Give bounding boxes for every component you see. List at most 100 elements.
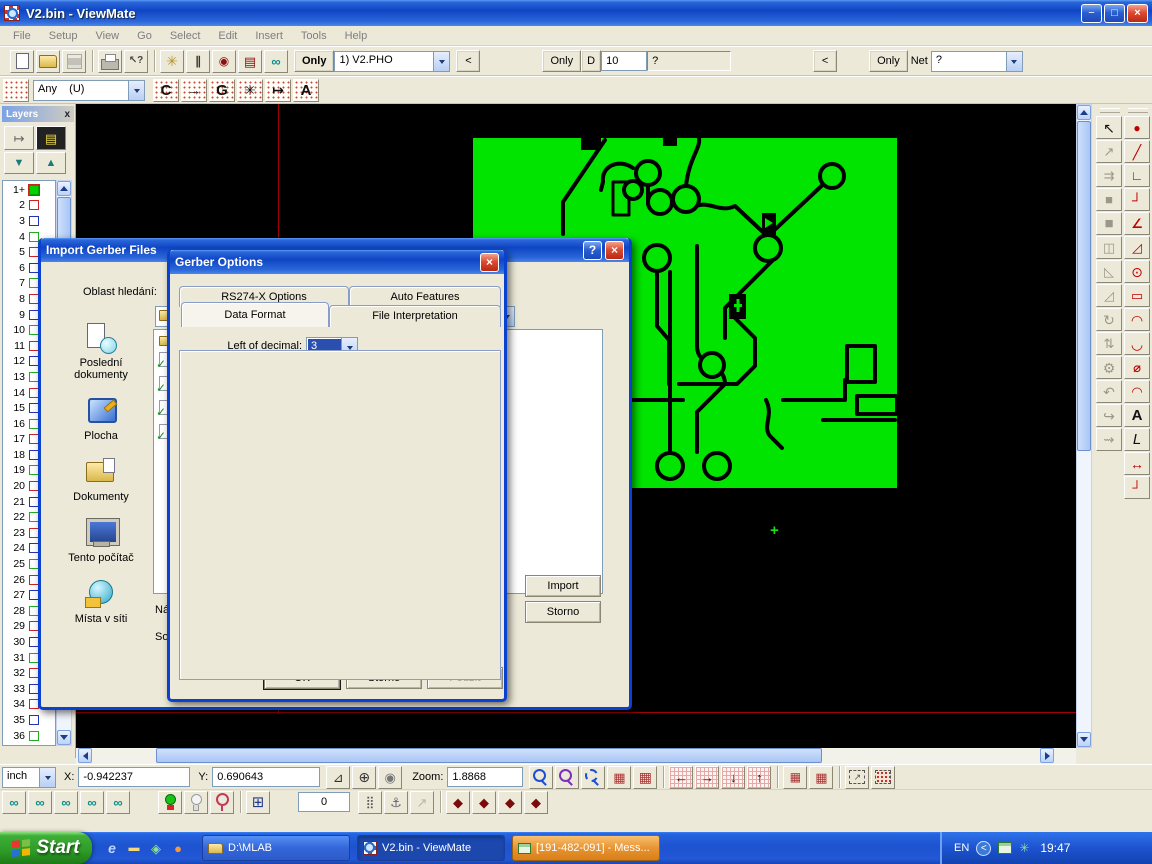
media-player-icon[interactable]: ◈ bbox=[146, 837, 166, 859]
scrollbar-thumb[interactable] bbox=[156, 748, 822, 763]
layer-color-swatch[interactable] bbox=[29, 715, 39, 725]
snap-grid-icon[interactable]: ⣿ bbox=[358, 791, 382, 814]
units-combo[interactable]: inch bbox=[2, 767, 56, 788]
rotate-item-icon[interactable]: ↻ bbox=[1096, 308, 1122, 331]
grid-lines-icon[interactable]: ▦ bbox=[633, 766, 657, 789]
tray-messenger-icon[interactable] bbox=[998, 842, 1012, 854]
pan-down-icon[interactable]: ↓ bbox=[721, 766, 745, 789]
tray-antivirus-icon[interactable]: ✳ bbox=[1019, 841, 1029, 855]
lamp-off-icon[interactable] bbox=[184, 791, 208, 814]
angle-measure-icon[interactable]: ⊿ bbox=[326, 766, 350, 789]
menu-select[interactable]: Select bbox=[161, 28, 210, 44]
dcode-c-button[interactable]: C bbox=[153, 79, 179, 102]
start-button[interactable]: Start bbox=[0, 832, 92, 864]
select-items-icon[interactable] bbox=[871, 766, 895, 789]
import-button[interactable]: Import bbox=[525, 575, 601, 597]
pad-shape-4-icon[interactable]: ◆ bbox=[524, 791, 548, 814]
layer-row-35[interactable]: 35 bbox=[3, 712, 55, 728]
dcode-g-button[interactable]: G bbox=[209, 79, 235, 102]
dcode-input[interactable]: 10 bbox=[601, 51, 647, 71]
x-coordinate-field[interactable]: -0.942237 bbox=[78, 767, 190, 787]
draw-polyline-icon[interactable]: ∟ bbox=[1124, 164, 1150, 187]
copy-item-icon[interactable]: ⇉ bbox=[1096, 164, 1122, 187]
draw-corner-icon[interactable]: ┘ bbox=[1124, 188, 1150, 211]
dcode-highlight-icon[interactable]: ◉ bbox=[212, 50, 236, 73]
language-indicator[interactable]: EN bbox=[954, 842, 969, 854]
dcode-label-button[interactable]: D bbox=[581, 50, 601, 72]
save-file-icon[interactable] bbox=[62, 50, 86, 73]
view-outline-icon[interactable]: ∞ bbox=[106, 791, 130, 814]
hide-icons-icon[interactable]: < bbox=[976, 841, 991, 856]
pan-left-icon[interactable]: ← bbox=[669, 766, 693, 789]
dcode-flash-button[interactable]: ✳ bbox=[237, 79, 263, 102]
grid-small-icon[interactable]: ▦ bbox=[783, 766, 807, 789]
chevron-down-icon[interactable] bbox=[433, 52, 449, 71]
move-item-icon[interactable]: ↗ bbox=[1096, 140, 1122, 163]
zoom-field[interactable]: 1.8868 bbox=[447, 767, 523, 787]
view-selected-icon[interactable]: ∞ bbox=[2, 791, 26, 814]
inspect-mode-icon[interactable]: ∞ bbox=[264, 50, 288, 73]
net-combo[interactable]: ? bbox=[931, 51, 1023, 72]
flash-layer-icon[interactable]: ✳ bbox=[160, 50, 184, 73]
fill-poly-icon[interactable]: ■ bbox=[1096, 212, 1122, 235]
layer-row-3[interactable]: 3 bbox=[3, 213, 55, 229]
layer-row-1+[interactable]: 1+ bbox=[3, 182, 55, 198]
anchor-icon[interactable]: ⚓ bbox=[384, 791, 408, 814]
mirror-item-icon[interactable]: ◫ bbox=[1096, 236, 1122, 259]
draw-point-icon[interactable]: ● bbox=[1124, 116, 1150, 139]
layer-row-2[interactable]: 2 bbox=[3, 198, 55, 214]
y-coordinate-field[interactable]: 0.690643 bbox=[212, 767, 320, 787]
place-computer[interactable]: Tento počítač bbox=[53, 517, 149, 564]
view-sketch-icon[interactable]: ∞ bbox=[80, 791, 104, 814]
menu-insert[interactable]: Insert bbox=[246, 28, 292, 44]
fill-rect-icon[interactable]: ■ bbox=[1096, 188, 1122, 211]
menu-edit[interactable]: Edit bbox=[209, 28, 246, 44]
select-window-icon[interactable]: ↗ bbox=[845, 766, 869, 789]
measure-tools-icon[interactable]: ∥ bbox=[186, 50, 210, 73]
highlight-traffic-icon[interactable] bbox=[158, 791, 182, 814]
taskbar-task-messenger[interactable]: [191-482-091] - Mess... bbox=[512, 835, 660, 861]
chevron-down-icon[interactable] bbox=[128, 81, 144, 100]
menu-setup[interactable]: Setup bbox=[40, 28, 87, 44]
vertical-scrollbar[interactable] bbox=[1076, 104, 1092, 748]
locate-point-icon[interactable]: ◉ bbox=[378, 766, 402, 789]
insert-dimension-icon[interactable]: ↔ bbox=[1124, 452, 1150, 475]
prev-dcode-button[interactable]: < bbox=[813, 50, 837, 72]
pad-shape-2-icon[interactable]: ◆ bbox=[472, 791, 496, 814]
redo-icon[interactable]: ↪ bbox=[1096, 404, 1122, 427]
draw-angle-icon[interactable]: ∠ bbox=[1124, 212, 1150, 235]
close-icon[interactable]: x bbox=[64, 109, 70, 120]
settings-gear-icon[interactable]: ⚙ bbox=[1096, 356, 1122, 379]
tab-data-format[interactable]: Data Format bbox=[181, 302, 329, 327]
layer-table-icon[interactable]: ▤ bbox=[36, 126, 66, 150]
close-icon[interactable]: × bbox=[480, 253, 499, 272]
context-help-icon[interactable]: ↖? bbox=[124, 50, 148, 73]
layers-panel-header[interactable]: Layers x bbox=[2, 106, 74, 122]
ie-icon[interactable]: e bbox=[102, 837, 122, 859]
freehand-icon[interactable]: ⇝ bbox=[1096, 428, 1122, 451]
aperture-filter-combo[interactable]: Any (U) bbox=[33, 80, 145, 101]
menu-view[interactable]: View bbox=[86, 28, 128, 44]
place-recent[interactable]: Poslední dokumenty bbox=[53, 322, 149, 381]
zoom-window-icon[interactable] bbox=[581, 766, 605, 789]
scroll-up-icon[interactable] bbox=[57, 181, 71, 196]
scroll-up-icon[interactable] bbox=[1077, 105, 1091, 120]
grid-step-field[interactable]: 0 bbox=[298, 792, 350, 812]
tile-windows-icon[interactable]: ⊞ bbox=[246, 791, 270, 814]
only-net-button[interactable]: Only bbox=[869, 50, 908, 72]
layer-color-swatch[interactable] bbox=[29, 185, 39, 195]
dock-panel-icon[interactable]: ↦ bbox=[4, 126, 34, 150]
chevron-down-icon[interactable] bbox=[39, 768, 55, 787]
draw-arc-icon[interactable]: ◠ bbox=[1124, 308, 1150, 331]
layer-row-36[interactable]: 36 bbox=[3, 728, 55, 744]
zoom-in-icon[interactable] bbox=[529, 766, 553, 789]
scale-item-icon[interactable]: ⇅ bbox=[1096, 332, 1122, 355]
insert-label-icon[interactable]: L bbox=[1124, 428, 1150, 451]
firefox-icon[interactable]: ● bbox=[168, 837, 188, 859]
layer-up-icon[interactable]: ▲ bbox=[36, 152, 66, 174]
horizontal-scrollbar[interactable] bbox=[76, 748, 1076, 764]
place-desktop[interactable]: Plocha bbox=[53, 395, 149, 442]
draw-rect-icon[interactable]: ▭ bbox=[1124, 284, 1150, 307]
open-file-icon[interactable] bbox=[36, 50, 60, 73]
print-icon[interactable] bbox=[98, 50, 122, 73]
